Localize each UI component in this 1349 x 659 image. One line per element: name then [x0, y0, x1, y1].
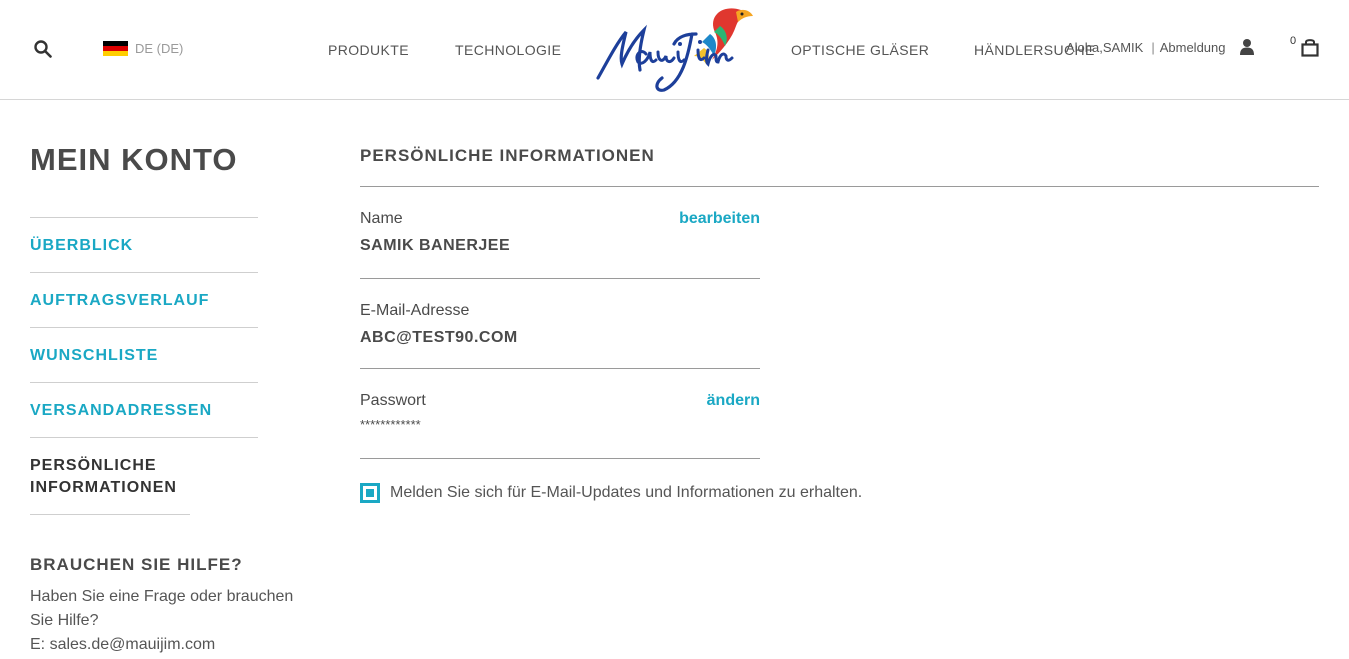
help-email[interactable]: E: sales.de@mauijim.com: [30, 633, 310, 657]
sidebar-item-overview[interactable]: ÜBERBLICK: [30, 218, 258, 273]
nav-technologie[interactable]: TECHNOLOGIE: [455, 42, 561, 58]
greeting-text[interactable]: Aloha,SAMIK: [1066, 40, 1143, 55]
password-label: Passwort: [360, 392, 426, 409]
locale-selector[interactable]: DE (DE): [103, 41, 183, 56]
email-value: ABC@TEST90.COM: [360, 329, 518, 346]
locale-label: DE (DE): [135, 41, 184, 56]
account-sidebar: MEIN KONTO ÜBERBLICK AUFTRAGSVERLAUF WUN…: [30, 140, 310, 657]
site-header: DE (DE) PRODUKTE TECHNOLOGIE OPTISCHE GL…: [0, 0, 1349, 100]
name-field: Name bearbeiten SAMIK BANERJEE: [360, 187, 760, 279]
account-title: MEIN KONTO: [30, 142, 238, 177]
personal-info-panel: PERSÖNLICHE INFORMATIONEN Name bearbeite…: [360, 140, 1319, 503]
logout-link[interactable]: Abmeldung: [1160, 40, 1226, 55]
newsletter-label[interactable]: Melden Sie sich für E-Mail-Updates und I…: [390, 484, 862, 502]
account-links: Aloha,SAMIK | Abmeldung: [1066, 40, 1226, 55]
sidebar-item-personal-information[interactable]: PERSÖNLICHE INFORMATIONEN: [30, 438, 190, 515]
user-icon[interactable]: [1240, 38, 1254, 56]
newsletter-optin: Melden Sie sich für E-Mail-Updates und I…: [360, 483, 1319, 503]
password-value: ************: [360, 417, 421, 432]
help-text: Haben Sie eine Frage oder brauchen Sie H…: [30, 588, 294, 629]
account-menu: ÜBERBLICK AUFTRAGSVERLAUF WUNSCHLISTE VE…: [30, 217, 258, 515]
link-separator: |: [1151, 40, 1155, 55]
nav-produkte[interactable]: PRODUKTE: [328, 42, 409, 58]
change-password-link[interactable]: ändern: [707, 392, 760, 410]
cart-count: 0: [1290, 35, 1297, 47]
shopping-bag-icon[interactable]: [1300, 37, 1320, 57]
maui-jim-logo[interactable]: [592, 4, 758, 92]
page-title: PERSÖNLICHE INFORMATIONEN: [360, 140, 1319, 187]
edit-name-link[interactable]: bearbeiten: [679, 210, 760, 228]
email-field: E-Mail-Adresse ABC@TEST90.COM: [360, 279, 760, 369]
nav-optische-glaeser[interactable]: OPTISCHE GLÄSER: [791, 42, 929, 58]
sidebar-item-shipping-addresses[interactable]: VERSANDADRESSEN: [30, 383, 258, 438]
help-heading: BRAUCHEN SIE HILFE?: [30, 555, 243, 574]
password-field: Passwort ändern ************: [360, 369, 760, 459]
sidebar-item-wishlist[interactable]: WUNSCHLISTE: [30, 328, 258, 383]
germany-flag-icon: [103, 41, 128, 56]
name-value: SAMIK BANERJEE: [360, 237, 511, 254]
email-label: E-Mail-Adresse: [360, 302, 470, 319]
search-icon[interactable]: [34, 40, 52, 58]
name-label: Name: [360, 210, 403, 227]
sidebar-item-order-history[interactable]: AUFTRAGSVERLAUF: [30, 273, 258, 328]
newsletter-checkbox[interactable]: [360, 483, 380, 503]
